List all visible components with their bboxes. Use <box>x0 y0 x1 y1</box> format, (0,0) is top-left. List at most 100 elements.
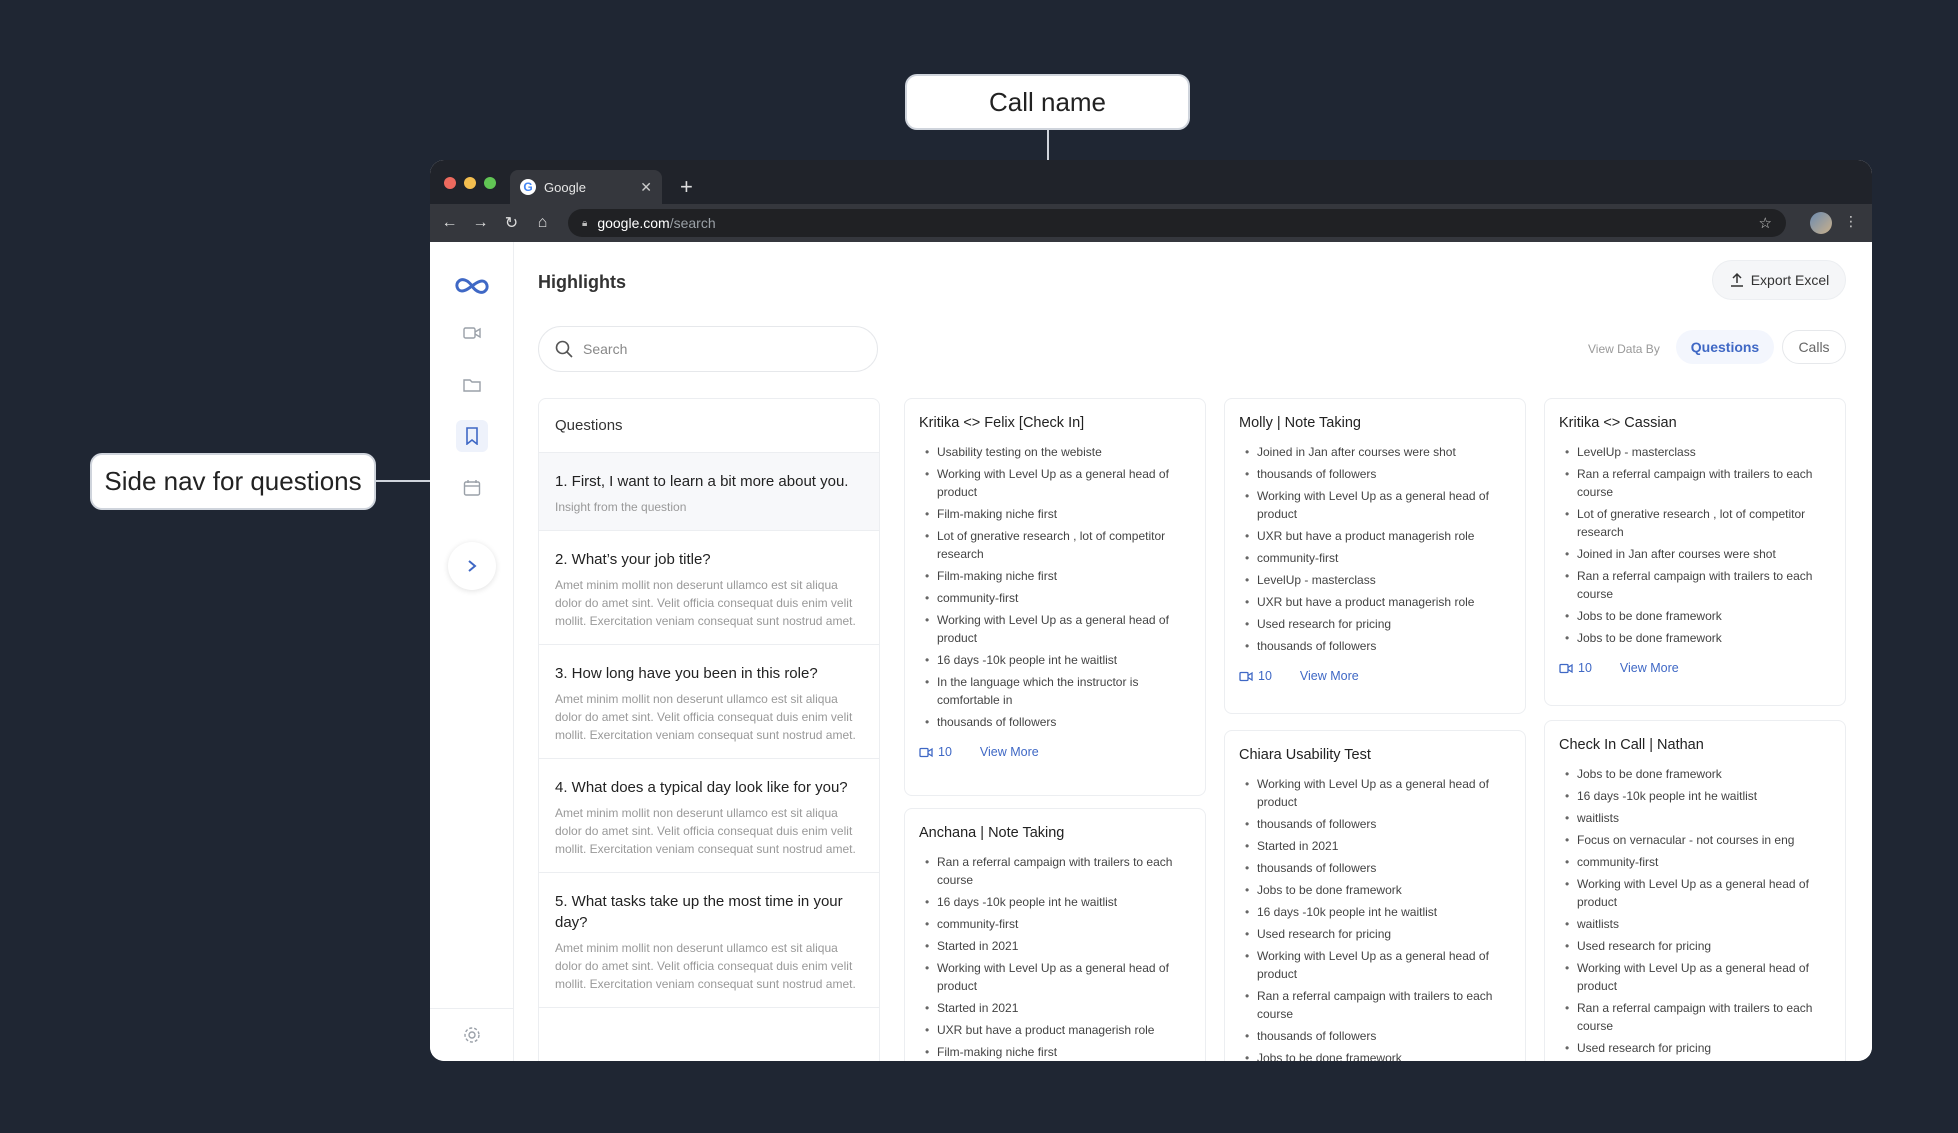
export-excel-button[interactable]: Export Excel <box>1712 260 1846 300</box>
highlight-item: Working with Level Up as a general head … <box>919 465 1191 501</box>
clip-count[interactable]: 10 <box>1559 661 1592 675</box>
question-title: 3. How long have you been in this role? <box>555 665 818 682</box>
question-item[interactable]: 4. What does a typical day look like for… <box>539 759 879 873</box>
highlight-item: 16 days -10k people int he waitlist <box>1559 787 1831 805</box>
bookmark-star-icon[interactable]: ☆ <box>1759 214 1772 232</box>
question-title: 5. What tasks take up the most time in y… <box>555 893 843 931</box>
reload-icon[interactable]: ↻ <box>496 213 527 233</box>
url-domain: google.com <box>597 215 670 231</box>
highlight-item: 16 days -10k people int he waitlist <box>1239 903 1511 921</box>
call-card-title[interactable]: Check In Call | Nathan <box>1559 737 1831 753</box>
highlight-item: Film-making niche first <box>919 567 1191 585</box>
highlight-item: Lot of gnerative research , lot of compe… <box>1559 505 1831 541</box>
highlight-item: Jobs to be done framework <box>1559 629 1831 647</box>
browser-tab[interactable]: G Google ✕ <box>510 170 662 204</box>
clip-count-value: 10 <box>938 745 952 759</box>
back-arrow-icon[interactable]: ← <box>434 214 465 232</box>
highlight-item: Joined in Jan after courses were shot <box>1559 545 1831 563</box>
call-card-title[interactable]: Kritika <> Felix [Check In] <box>919 415 1191 431</box>
export-excel-label: Export Excel <box>1750 272 1830 288</box>
highlight-item: Jobs to be done framework <box>1239 881 1511 899</box>
questions-header: Questions <box>539 399 879 453</box>
side-nav-callout-label: Side nav for questions <box>104 466 362 496</box>
highlight-item: Film-making niche first <box>919 1043 1191 1061</box>
logo-infinity-icon[interactable] <box>452 270 492 302</box>
home-icon[interactable]: ⌂ <box>527 214 558 232</box>
clip-count[interactable]: 10 <box>1239 669 1272 683</box>
highlight-item: community-first <box>919 915 1191 933</box>
highlight-item: 16 days -10k people int he waitlist <box>919 651 1191 669</box>
highlight-list: LevelUp - masterclass Ran a referral camp… <box>1559 443 1831 647</box>
view-by-questions-toggle[interactable]: Questions <box>1676 330 1774 364</box>
highlight-item: Jobs to be done framework <box>1239 1049 1511 1061</box>
browser-window: G Google ✕ + ← → ↻ ⌂ 🔒︎ google.com/searc… <box>430 160 1872 1061</box>
question-item[interactable]: 1. First, I want to learn a bit more abo… <box>539 453 879 531</box>
highlight-item: UXR but have a product managerish role <box>1239 593 1511 611</box>
video-icon <box>1239 671 1253 681</box>
view-more-link[interactable]: View More <box>1620 661 1679 675</box>
close-tab-icon[interactable]: ✕ <box>640 179 652 196</box>
tab-title: Google <box>544 179 586 195</box>
bookmark-icon[interactable] <box>456 420 488 452</box>
highlight-item: thousands of followers <box>919 713 1191 731</box>
side-nav <box>430 242 514 1061</box>
lock-icon: 🔒︎ <box>582 217 588 229</box>
highlight-item: waitlists <box>1559 809 1831 827</box>
highlight-item: thousands of followers <box>1239 815 1511 833</box>
close-window-dot[interactable] <box>444 177 456 189</box>
video-icon <box>1559 663 1573 673</box>
highlight-item: LevelUp - masterclass <box>1559 443 1831 461</box>
highlight-item: UXR but have a product managerish role <box>919 1021 1191 1039</box>
video-icon[interactable] <box>456 317 488 349</box>
new-tab-icon[interactable]: + <box>680 174 693 200</box>
maximize-window-dot[interactable] <box>484 177 496 189</box>
question-item[interactable]: 3. How long have you been in this role? … <box>539 645 879 759</box>
highlight-list: Jobs to be done framework 16 days -10k pe… <box>1559 765 1831 1057</box>
more-menu-icon[interactable]: ⋮ <box>1844 213 1858 230</box>
call-card: Anchana | Note Taking Ran a referral camp… <box>904 808 1206 1061</box>
call-card-title[interactable]: Anchana | Note Taking <box>919 825 1191 841</box>
highlight-item: In the language which the instructor is … <box>919 673 1191 709</box>
call-card-footer: 10 View More <box>919 745 1191 759</box>
call-card-title[interactable]: Molly | Note Taking <box>1239 415 1511 431</box>
call-name-callout: Call name <box>905 74 1190 130</box>
settings-icon[interactable] <box>456 1019 488 1051</box>
question-item[interactable]: 2. What’s your job title? Amet minim mol… <box>539 531 879 645</box>
calendar-icon[interactable] <box>456 472 488 504</box>
address-toolbar: ← → ↻ ⌂ 🔒︎ google.com/search ☆ ⋮ <box>430 204 1872 242</box>
expand-nav-button[interactable] <box>448 542 496 590</box>
view-more-link[interactable]: View More <box>1300 669 1359 683</box>
highlight-list: Working with Level Up as a general head … <box>1239 775 1511 1061</box>
upload-icon <box>1730 272 1743 287</box>
forward-arrow-icon[interactable]: → <box>465 214 496 232</box>
highlight-item: Used research for pricing <box>1239 925 1511 943</box>
profile-avatar[interactable] <box>1810 212 1832 234</box>
call-card: Chiara Usability Test Working with Level … <box>1224 730 1526 1061</box>
call-card-title[interactable]: Kritika <> Cassian <box>1559 415 1831 431</box>
call-card-title[interactable]: Chiara Usability Test <box>1239 747 1511 763</box>
side-nav-footer <box>430 1008 514 1061</box>
highlight-item: Working with Level Up as a general head … <box>919 611 1191 647</box>
highlight-item: Joined in Jan after courses were shot <box>1239 443 1511 461</box>
call-card: Kritika <> Felix [Check In] Usability tes… <box>904 398 1206 796</box>
folder-icon[interactable] <box>456 369 488 401</box>
highlight-item: Ran a referral campaign with trailers to… <box>1559 567 1831 603</box>
search-input[interactable]: Search <box>538 326 878 372</box>
highlight-list: Usability testing on the webiste Working … <box>919 443 1191 731</box>
chevron-right-icon <box>468 560 477 572</box>
highlight-item: Jobs to be done framework <box>1559 765 1831 783</box>
highlight-item: Lot of gnerative research , lot of compe… <box>919 527 1191 563</box>
minimize-window-dot[interactable] <box>464 177 476 189</box>
clip-count[interactable]: 10 <box>919 745 952 759</box>
view-by-calls-toggle[interactable]: Calls <box>1782 330 1846 364</box>
highlight-item: Working with Level Up as a general head … <box>1239 775 1511 811</box>
clip-count-value: 10 <box>1258 669 1272 683</box>
address-bar[interactable]: 🔒︎ google.com/search ☆ <box>568 209 1786 237</box>
question-subtitle: Amet minim mollit non deserunt ullamco e… <box>555 578 856 628</box>
highlight-list: Ran a referral campaign with trailers to… <box>919 853 1191 1061</box>
highlight-item: Started in 2021 <box>1239 837 1511 855</box>
highlight-item: Ran a referral campaign with trailers to… <box>1559 999 1831 1035</box>
call-card-footer: 10 View More <box>1239 669 1511 683</box>
view-more-link[interactable]: View More <box>980 745 1039 759</box>
question-item[interactable]: 5. What tasks take up the most time in y… <box>539 873 879 1008</box>
